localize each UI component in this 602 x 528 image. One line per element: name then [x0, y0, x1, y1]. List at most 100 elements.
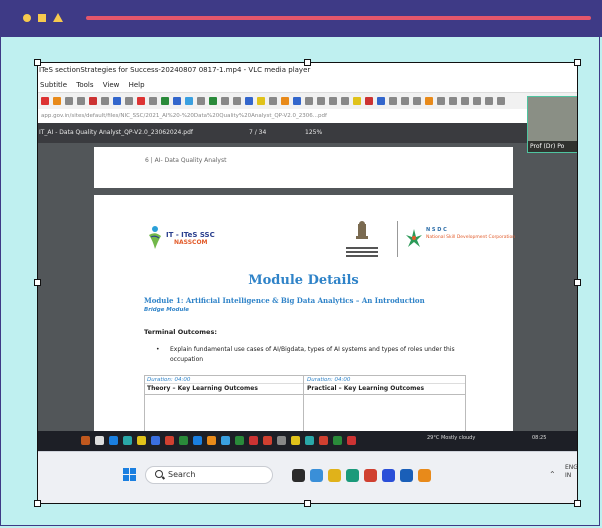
toolbar-icon[interactable] — [125, 97, 133, 105]
toolbar-icon[interactable] — [401, 97, 409, 105]
taskbar-app-icon[interactable] — [123, 436, 132, 445]
taskbar-app-icon[interactable] — [277, 436, 286, 445]
pdf-page-indicator[interactable]: 7 / 34 — [249, 123, 266, 143]
resize-handle[interactable] — [34, 279, 41, 286]
nsdc-logo: N S D C National Skill Development Corpo… — [404, 227, 515, 255]
address-bar[interactable]: app.gov.in/sites/default/files/NIC_SSC/2… — [37, 109, 578, 123]
toolbar-icon[interactable] — [185, 97, 193, 105]
toolbar-icon[interactable] — [269, 97, 277, 105]
toolbar-icon[interactable] — [377, 97, 385, 105]
toolbar-icon[interactable] — [173, 97, 181, 105]
edge-icon[interactable] — [346, 469, 359, 482]
taskbar-app-icon[interactable] — [165, 436, 174, 445]
taskbar-app-icon[interactable] — [179, 436, 188, 445]
video-participant-tile[interactable]: Prof (Dr) Po — [527, 96, 578, 153]
chevron-up-icon[interactable]: ⌃ — [549, 470, 556, 479]
toolbar-icon[interactable] — [425, 97, 433, 105]
toolbar-icon[interactable] — [113, 97, 121, 105]
module-subtitle: Module 1: Artificial Intelligence & Big … — [144, 296, 425, 305]
toolbar-icon[interactable] — [317, 97, 325, 105]
outlook-icon[interactable] — [400, 469, 413, 482]
taskbar-app-icon[interactable] — [347, 436, 356, 445]
taskbar-app-icon[interactable] — [235, 436, 244, 445]
toolbar-icon[interactable] — [53, 97, 61, 105]
menu-item-view[interactable]: View — [103, 81, 120, 89]
vlc-icon[interactable] — [418, 469, 431, 482]
toolbar-icon[interactable] — [341, 97, 349, 105]
toolbar-icon[interactable] — [497, 97, 505, 105]
toolbar-icon[interactable] — [353, 97, 361, 105]
taskbar-app-icon[interactable] — [193, 436, 202, 445]
toolbar-icon[interactable] — [329, 97, 337, 105]
taskbar-app-icon[interactable] — [81, 436, 90, 445]
toolbar-icon[interactable] — [41, 97, 49, 105]
toolbar-icon[interactable] — [473, 97, 481, 105]
resize-handle[interactable] — [304, 500, 311, 507]
screenshot-image[interactable]: ITeS sectionStrategies for Success-20240… — [37, 62, 578, 504]
resize-handle[interactable] — [574, 59, 581, 66]
windows-start-icon[interactable] — [123, 468, 137, 482]
toolbar-icon[interactable] — [389, 97, 397, 105]
resize-handle[interactable] — [574, 279, 581, 286]
toolbar-icon[interactable] — [245, 97, 253, 105]
resize-handle[interactable] — [304, 59, 311, 66]
taskbar-app-icon[interactable] — [305, 436, 314, 445]
toolbar-icon[interactable] — [257, 97, 265, 105]
store-icon[interactable] — [382, 469, 395, 482]
resize-handle[interactable] — [34, 59, 41, 66]
chrome-icon[interactable] — [364, 469, 377, 482]
file-explorer-icon[interactable] — [328, 469, 341, 482]
menu-item-subtitle[interactable]: Subtitle — [40, 81, 67, 89]
toolbar-icon[interactable] — [461, 97, 469, 105]
taskbar-app-icon[interactable] — [263, 436, 272, 445]
toolbar-icon[interactable] — [293, 97, 301, 105]
toolbar-icon[interactable] — [161, 97, 169, 105]
toolbar-icon[interactable] — [281, 97, 289, 105]
square-icon — [38, 14, 46, 22]
toolbar-icon[interactable] — [221, 97, 229, 105]
menu-item-help[interactable]: Help — [129, 81, 145, 89]
nsdc-logo-line2: National Skill Development Corporation — [426, 235, 516, 240]
taskbar-app-icon[interactable] — [333, 436, 342, 445]
toolbar-icon[interactable] — [485, 97, 493, 105]
toolbar-icon[interactable] — [305, 97, 313, 105]
toolbar-icon[interactable] — [437, 97, 445, 105]
toolbar-icon[interactable] — [149, 97, 157, 105]
taskbar-clock[interactable]: 08:25 — [532, 435, 546, 441]
taskbar-app-icon[interactable] — [95, 436, 104, 445]
toolbar-icon[interactable] — [197, 97, 205, 105]
toolbar-icon[interactable] — [449, 97, 457, 105]
region-code: IN — [565, 472, 572, 479]
taskbar-app-icon[interactable] — [249, 436, 258, 445]
toolbar-icon[interactable] — [209, 97, 217, 105]
resize-handle[interactable] — [574, 500, 581, 507]
ites-ssc-logo-line2: NASSCOM — [174, 239, 208, 246]
taskbar-app-icon[interactable] — [319, 436, 328, 445]
toolbar-icon[interactable] — [413, 97, 421, 105]
toolbar-icon[interactable] — [137, 97, 145, 105]
taskbar-app-icon[interactable] — [151, 436, 160, 445]
taskbar-app-icon[interactable] — [291, 436, 300, 445]
language-indicator[interactable]: ENG IN — [565, 464, 578, 480]
toolbar-icon[interactable] — [65, 97, 73, 105]
windows-search-box[interactable]: Search — [145, 466, 273, 484]
widgets-icon[interactable] — [310, 469, 323, 482]
task-view-icon[interactable] — [292, 469, 305, 482]
toolbar-icon[interactable] — [89, 97, 97, 105]
taskbar-app-icon[interactable] — [109, 436, 118, 445]
pdf-toolbar: IT_AI - Data Quality Analyst_QP-V2.0_230… — [37, 123, 578, 143]
toolbar-icon[interactable] — [365, 97, 373, 105]
taskbar-app-icon[interactable] — [221, 436, 230, 445]
resize-handle[interactable] — [34, 500, 41, 507]
vlc-menu-bar: Subtitle Tools View Help — [37, 78, 578, 92]
table-rule — [145, 383, 465, 384]
pdf-zoom-level[interactable]: 125% — [305, 123, 322, 143]
menu-item-tools[interactable]: Tools — [76, 81, 93, 89]
taskbar-app-icon[interactable] — [137, 436, 146, 445]
weather-widget[interactable]: 29°C Mostly cloudy — [427, 435, 475, 441]
toolbar-icon[interactable] — [77, 97, 85, 105]
toolbar-icon[interactable] — [101, 97, 109, 105]
toolbar-icon[interactable] — [233, 97, 241, 105]
taskbar-app-icon[interactable] — [207, 436, 216, 445]
pdf-viewer[interactable]: 6 | AI- Data Quality Analyst IT - ITeS S… — [37, 143, 578, 441]
